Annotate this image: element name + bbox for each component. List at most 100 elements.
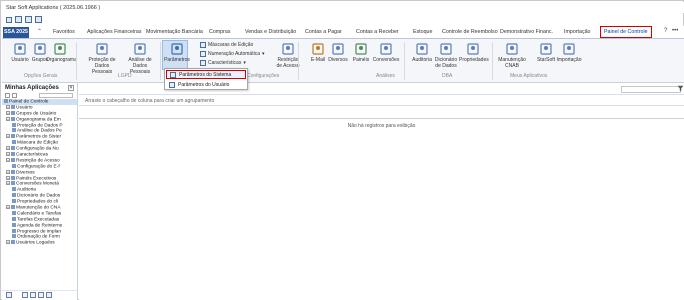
tab-0[interactable]: Favoritos — [53, 27, 75, 38]
view-icon[interactable] — [6, 291, 12, 298]
ribbon-button-label: Importação — [556, 57, 582, 63]
tab-5[interactable]: Contas a Pagar — [305, 27, 342, 38]
ribbon-icon — [379, 42, 393, 56]
more-icon[interactable]: ••• — [672, 28, 678, 34]
ribbon-button-14[interactable]: Manutenção CNAB — [498, 42, 526, 69]
close-icon[interactable]: × — [68, 84, 74, 91]
tab-1[interactable]: Aplicações Financeiras — [87, 27, 141, 38]
ribbon-icon — [311, 42, 325, 56]
menu-icon[interactable] — [6, 16, 12, 23]
collapse-ribbon-icon[interactable]: ⌃ — [37, 28, 42, 35]
menu-item-parametros-sistema[interactable]: Parâmetros do Sistema — [166, 70, 246, 79]
sidebar-item-label: Painéis Executivos — [16, 175, 57, 181]
sidebar-item-label: Ordenação de Form — [17, 234, 60, 240]
ribbon-button-2[interactable]: Organograma — [46, 42, 77, 63]
sidebar-item-label: Configuração da Nu — [16, 146, 59, 152]
window-icon[interactable] — [35, 16, 42, 23]
tab-2[interactable]: Movimentação Bancária — [146, 27, 203, 38]
caracteristicas-button[interactable]: Características ▾ — [200, 60, 246, 66]
chart-icon[interactable] — [38, 291, 44, 298]
ribbon-icon — [539, 42, 553, 56]
menu-item-parametros-usuario[interactable]: Parâmetros do Usuário — [166, 80, 246, 89]
quick-access-toolbar — [2, 13, 684, 26]
tab-3[interactable]: Compras — [209, 27, 231, 38]
numeracao-automatica-button[interactable]: Numeração Automática ▾ — [200, 51, 265, 57]
ribbon-button-label: Conversões — [372, 57, 400, 63]
window-icon[interactable] — [46, 291, 52, 298]
expand-icon[interactable]: + — [6, 110, 10, 115]
folder-icon — [4, 99, 8, 103]
mascaras-edicao-button[interactable]: Máscaras de Edição — [200, 42, 253, 48]
folder-icon — [11, 110, 15, 115]
calendar-icon[interactable] — [25, 16, 32, 23]
tab-9[interactable]: Demonstrativo Financ. — [500, 27, 553, 38]
group-separator — [492, 42, 493, 80]
empty-message: Não há registros para exibição — [347, 123, 416, 129]
tab-6[interactable]: Contas a Receber — [356, 27, 399, 38]
sidebar-search-input[interactable] — [39, 93, 73, 98]
group-by-panel[interactable]: Arraste o cabeçalho de coluna para criar… — [79, 94, 684, 106]
ribbon-button-16[interactable]: Importação — [555, 42, 583, 63]
tab-10[interactable]: Importação — [564, 27, 591, 38]
tab-8[interactable]: Controle de Reembolso — [442, 27, 498, 38]
expand-icon[interactable]: + — [6, 205, 10, 210]
parametros-dropdown: Parâmetros do Sistema Parâmetros do Usuá… — [164, 68, 248, 90]
ribbon-button-10[interactable]: Conversões — [372, 42, 400, 63]
folder-icon — [11, 240, 15, 245]
ribbon-icon — [133, 42, 147, 56]
ribbon-button-3[interactable]: Proteção de Dados Pessoais — [88, 42, 116, 75]
ribbon-icon — [505, 42, 519, 56]
folder-icon — [11, 169, 15, 174]
expand-icon[interactable]: + — [6, 157, 10, 162]
tab-painel-de-controle[interactable]: Painel de Controle — [600, 26, 652, 38]
folder-icon — [12, 210, 16, 215]
group-separator — [76, 42, 77, 80]
ribbon-button-label: Painéis — [352, 57, 370, 63]
expand-icon[interactable]: + — [6, 240, 10, 245]
grid-icon[interactable] — [30, 291, 36, 298]
expand-icon[interactable]: + — [6, 175, 10, 180]
collapse-icon[interactable] — [12, 93, 17, 98]
ribbon-icon — [170, 42, 184, 56]
expand-icon[interactable]: + — [6, 104, 10, 109]
grid-icon[interactable] — [15, 16, 22, 23]
sidebar-item-label: Agenda de Reinterne — [17, 222, 63, 228]
expand-icon[interactable]: + — [6, 116, 10, 121]
folder-icon — [12, 216, 16, 221]
folder-icon — [12, 228, 16, 233]
tab-4[interactable]: Vendas e Distribuição — [245, 27, 296, 38]
sidebar-item-label: Análise de Dados Pe — [17, 128, 62, 134]
expand-icon[interactable] — [5, 93, 10, 98]
ribbon-panel: Usuário Grupos Organograma Proteção de Dado… — [2, 39, 684, 83]
grid-search-input[interactable] — [621, 86, 681, 93]
ribbon-button-13[interactable]: Propriedades — [459, 42, 489, 63]
tab-file[interactable]: SSA 2025 — [3, 27, 29, 38]
ribbon-icon — [466, 42, 480, 56]
ribbon-button-label: Manutenção CNAB — [498, 57, 526, 69]
filter-icon[interactable] — [677, 85, 684, 92]
sidebar: Minhas Aplicações × Painel de Controle + U… — [2, 83, 78, 300]
sidebar-item[interactable]: + Usuários Logados — [2, 240, 77, 246]
ribbon-button-label: Parâmetros — [164, 57, 190, 63]
folder-icon — [11, 146, 15, 151]
expand-icon[interactable]: + — [6, 134, 10, 139]
ribbon-button-5[interactable]: Parâmetros — [163, 42, 191, 63]
ribbon-button-label: Proteção de Dados Pessoais — [88, 57, 116, 75]
expand-icon[interactable]: + — [6, 146, 10, 151]
group-separator — [404, 42, 405, 80]
column-header-row[interactable] — [79, 109, 684, 119]
ribbon-button-12[interactable]: Dicionário de Dados — [432, 42, 460, 69]
group-separator — [160, 42, 161, 80]
expand-icon[interactable]: + — [6, 181, 10, 186]
calendar-icon[interactable] — [22, 291, 28, 298]
sidebar-item-label: Usuário — [16, 105, 33, 111]
ribbon-button-9[interactable]: Painéis — [347, 42, 375, 63]
help-icon[interactable]: ? — [664, 28, 667, 34]
ribbon-button-4[interactable]: Análise de Dados Pessoais — [126, 42, 154, 75]
expand-icon[interactable]: + — [6, 152, 10, 157]
main-grid: Arraste o cabeçalho de coluna para criar… — [79, 83, 684, 300]
menu-item-label: Parâmetros do Usuário — [178, 81, 230, 88]
tab-7[interactable]: Estoque — [413, 27, 432, 38]
expand-icon[interactable]: + — [6, 169, 10, 174]
group-separator — [298, 42, 299, 80]
